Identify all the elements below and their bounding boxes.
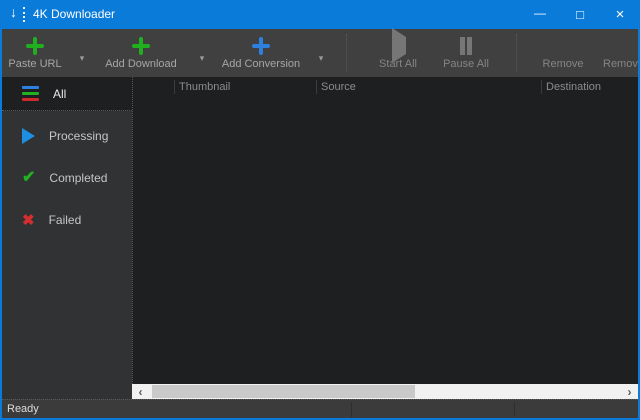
add-download-button[interactable]: Add Download xyxy=(111,29,171,77)
toolbar-separator xyxy=(516,34,517,72)
minimize-icon: — xyxy=(534,6,546,20)
chevron-down-icon: ▾ xyxy=(319,53,324,64)
sidebar: All Processing ✔ Completed ✖ Failed xyxy=(2,77,132,399)
status-message: Ready xyxy=(7,403,39,415)
column-separator xyxy=(541,80,542,94)
close-icon: × xyxy=(616,6,625,23)
scroll-right-arrow-icon[interactable]: › xyxy=(621,384,638,399)
remove-all-button[interactable]: Remove xyxy=(603,29,640,77)
column-separator xyxy=(316,80,317,94)
sidebar-item-failed[interactable]: ✖ Failed xyxy=(2,199,132,241)
pause-icon xyxy=(457,37,475,55)
column-header-destination: Destination xyxy=(546,81,601,93)
minimize-button[interactable]: — xyxy=(520,0,560,29)
start-all-button[interactable]: Start All xyxy=(370,29,426,77)
add-conversion-dropdown-button[interactable]: ▾ xyxy=(311,29,331,77)
toolbar: Paste URL ▾ Add Download ▾ Add Conversio… xyxy=(0,29,640,77)
scrollbar-thumb[interactable] xyxy=(152,385,415,398)
failed-cross-icon: ✖ xyxy=(22,213,35,228)
window-controls: — □ × xyxy=(520,0,640,29)
sidebar-item-completed[interactable]: ✔ Completed xyxy=(2,157,132,199)
maximize-button[interactable]: □ xyxy=(560,0,600,29)
horizontal-scrollbar[interactable]: ‹ › xyxy=(132,384,638,399)
chevron-down-icon: ▾ xyxy=(80,53,85,64)
column-separator xyxy=(174,80,175,94)
paste-url-dropdown-button[interactable]: ▾ xyxy=(72,29,92,77)
app-window: ↓ 4K Downloader — □ × Paste URL ▾ Add Do… xyxy=(0,0,640,420)
completed-check-icon: ✔ xyxy=(22,170,35,186)
paste-url-button[interactable]: Paste URL xyxy=(6,29,64,77)
add-conversion-button[interactable]: Add Conversion xyxy=(226,29,296,77)
window-title: 4K Downloader xyxy=(33,7,115,21)
window-border xyxy=(0,29,2,420)
close-button[interactable]: × xyxy=(600,0,640,29)
blue-plus-icon xyxy=(252,37,270,55)
titlebar: ↓ 4K Downloader — □ × xyxy=(0,0,640,29)
processing-play-icon xyxy=(22,128,35,144)
column-header-thumbnail: Thumbnail xyxy=(179,81,230,93)
maximize-icon: □ xyxy=(576,7,584,22)
chevron-down-icon: ▾ xyxy=(200,53,205,64)
sidebar-item-all[interactable]: All xyxy=(2,77,132,111)
green-plus-icon xyxy=(26,37,44,55)
filter-all-icon xyxy=(22,86,39,101)
pause-all-button[interactable]: Pause All xyxy=(436,29,496,77)
green-plus-icon xyxy=(132,37,150,55)
app-logo-download-icon: ↓ xyxy=(10,7,28,22)
play-icon xyxy=(392,28,406,63)
column-header-source: Source xyxy=(321,81,356,93)
sidebar-item-processing[interactable]: Processing xyxy=(2,115,132,157)
remove-button[interactable]: Remove xyxy=(532,29,594,77)
statusbar: Ready xyxy=(2,399,638,418)
statusbar-separator xyxy=(514,402,515,417)
toolbar-separator xyxy=(346,34,347,72)
add-download-dropdown-button[interactable]: ▾ xyxy=(192,29,212,77)
scroll-left-arrow-icon[interactable]: ‹ xyxy=(132,384,149,399)
download-list: Thumbnail Source Destination xyxy=(132,77,638,384)
statusbar-separator xyxy=(351,402,352,417)
